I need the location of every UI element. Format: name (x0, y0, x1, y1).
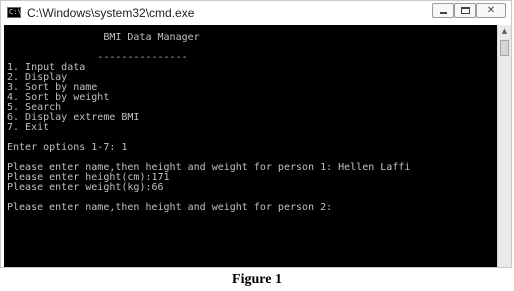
console-line: Please enter name,then height and weight… (7, 202, 333, 213)
cmd-icon: C:\ (7, 7, 22, 18)
console-line: 1. Input data (7, 62, 86, 73)
console-line: 7. Exit (7, 122, 50, 133)
vertical-scrollbar[interactable]: ▲ (497, 25, 511, 267)
console-line: BMI Data Manager (7, 32, 200, 43)
console-line: Please enter weight(kg):66 (7, 182, 164, 193)
maximize-button[interactable] (454, 3, 476, 18)
console-output[interactable]: BMI Data Manager --------------- 1. Input… (4, 25, 497, 267)
maximize-icon (461, 7, 470, 14)
window-title: C:\Windows\system32\cmd.exe (27, 6, 195, 20)
console-text: BMI Data Manager --------------- 1. Input… (7, 33, 410, 213)
title-bar[interactable]: C:\ C:\Windows\system32\cmd.exe ✕ (1, 1, 511, 25)
console-line: 6. Display extreme BMI (7, 112, 140, 123)
close-icon: ✕ (486, 5, 496, 16)
scroll-up-arrow-icon[interactable]: ▲ (498, 25, 511, 38)
close-button[interactable]: ✕ (476, 3, 506, 18)
scroll-thumb[interactable] (500, 40, 509, 56)
console-line: Enter options 1-7: 1 (7, 142, 128, 153)
console-line: 4. Sort by weight (7, 92, 110, 103)
minimize-icon (440, 12, 447, 14)
figure-caption: Figure 1 (232, 272, 282, 287)
console-window: C:\ C:\Windows\system32\cmd.exe ✕ BMI Da… (0, 0, 512, 268)
minimize-button[interactable] (432, 3, 454, 18)
